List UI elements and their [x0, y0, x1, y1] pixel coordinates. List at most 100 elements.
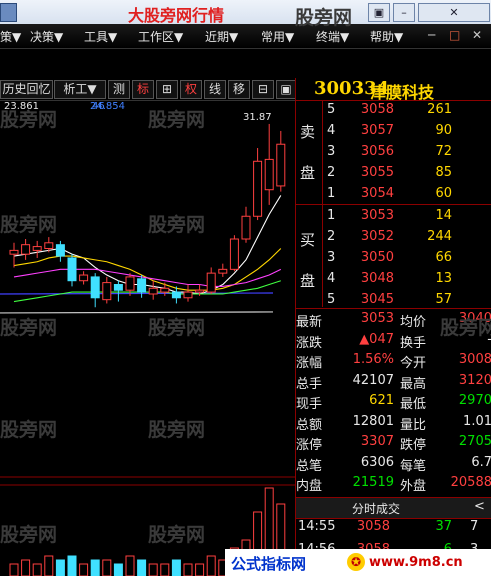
- stat-value: 21519: [352, 475, 394, 490]
- candle-body-1: [9, 249, 19, 255]
- stat-value: 2705: [458, 434, 491, 449]
- level-line-2: [0, 311, 274, 314]
- ask-row-1[interactable]: 5 3058 261: [296, 102, 491, 122]
- peak-label: 31.87: [243, 112, 272, 123]
- minimize-icon[interactable]: –: [393, 3, 415, 22]
- stat-label: 最高: [400, 376, 427, 392]
- footer-url[interactable]: www.9m8.cn: [369, 555, 463, 570]
- trades-toggle[interactable]: <: [474, 499, 485, 514]
- analysis-tools-button[interactable]: 析工▼: [54, 80, 106, 99]
- level-number: 1: [327, 208, 336, 223]
- stat-label: 外盘: [400, 479, 427, 494]
- volume-bar-6: [67, 555, 77, 576]
- trade-time: 14:55: [298, 519, 336, 534]
- max-icon[interactable]: □: [449, 28, 460, 42]
- kline-chart[interactable]: 31.87: [0, 100, 295, 576]
- min-icon[interactable]: ─: [428, 28, 435, 42]
- panel-icon[interactable]: ⊟: [252, 80, 274, 99]
- stat-value: 3053: [360, 311, 394, 326]
- menu-terminal[interactable]: 终端▼: [316, 28, 349, 45]
- measure-button[interactable]: 测: [108, 80, 130, 99]
- level-number: 2: [327, 165, 336, 180]
- level-number: 2: [327, 229, 336, 244]
- trade-price: 3058: [356, 519, 390, 534]
- order-price: 3052: [360, 229, 394, 244]
- volume-bar-4: [44, 555, 54, 576]
- volume-bar-17: [195, 563, 205, 576]
- bid-row-5[interactable]: 5 3045 57: [296, 292, 491, 312]
- window-icon[interactable]: ▣: [276, 80, 296, 99]
- menu-decision[interactable]: 决策▼: [30, 28, 63, 45]
- volume-bar-1: [9, 563, 19, 576]
- order-price: 3050: [360, 250, 394, 265]
- stat-label: 换手: [400, 335, 427, 351]
- bid-row-4[interactable]: 4 3048 13: [296, 271, 491, 291]
- volume-bar-8: [90, 559, 100, 576]
- order-price: 3054: [360, 186, 394, 201]
- mark-button[interactable]: 标: [132, 80, 154, 99]
- order-volume: 90: [435, 123, 452, 138]
- menu-favorites[interactable]: 常用▼: [261, 28, 294, 45]
- volume-bar-3: [32, 563, 42, 576]
- exit-icon[interactable]: ✕: [472, 28, 482, 42]
- move-button[interactable]: 移: [228, 80, 250, 99]
- stat-value: 42107: [352, 372, 394, 388]
- footer-label[interactable]: 公式指标网: [231, 553, 306, 574]
- stat-label: 今开: [400, 356, 427, 371]
- trades-header: 分时成交 <: [296, 497, 491, 519]
- order-price: 3053: [360, 208, 394, 223]
- candle-body-22: [253, 160, 263, 217]
- candle-body-5: [55, 244, 65, 257]
- stat-label: 内盘: [296, 479, 323, 494]
- menu-tools[interactable]: 工具▼: [84, 28, 117, 45]
- bid-row-2[interactable]: 2 3052 244: [296, 229, 491, 249]
- stat-value: 20588: [450, 475, 491, 490]
- line-button[interactable]: 线: [204, 80, 226, 99]
- ask-row-5[interactable]: 1 3054 60: [296, 186, 491, 206]
- bid-row-1[interactable]: 1 3053 14: [296, 208, 491, 228]
- stock-name[interactable]: 津膜科技: [370, 79, 434, 103]
- stat-label: 涨停: [296, 438, 323, 453]
- close-icon[interactable]: ✕: [418, 3, 490, 22]
- restore-icon[interactable]: ▣: [368, 3, 390, 22]
- candle-body-6: [67, 257, 77, 282]
- ask-row-4[interactable]: 2 3055 85: [296, 165, 491, 185]
- order-price: 3058: [360, 102, 394, 117]
- ask-row-3[interactable]: 3 3056 72: [296, 144, 491, 164]
- stat-label: 现手: [296, 397, 323, 412]
- ma-series-1: [13, 195, 282, 295]
- menu-recent[interactable]: 近期▼: [205, 28, 238, 45]
- menu-ce[interactable]: 策▼: [0, 28, 21, 45]
- order-price: 3045: [360, 292, 394, 307]
- menu-workspace[interactable]: 工作区▼: [138, 28, 183, 45]
- stat-value: 3120: [458, 372, 491, 388]
- stat-label: 最低: [400, 397, 427, 412]
- bid-row-3[interactable]: 3 3050 66: [296, 250, 491, 270]
- level-number: 5: [327, 102, 336, 117]
- grid-icon[interactable]: ⊞: [156, 80, 178, 99]
- stat-value: 12801: [352, 413, 394, 429]
- stat-value: 6306: [360, 454, 394, 470]
- candle-body-17: [195, 289, 205, 293]
- chart-toolbar: 历史回忆 析工▼ 测 标 ⊞ 权 线 移 ⊟ ▣: [0, 78, 296, 101]
- trades-title: 分时成交: [352, 502, 401, 516]
- history-button[interactable]: 历史回忆: [0, 80, 53, 99]
- stat-label: 总笔: [296, 458, 323, 474]
- candle-body-13: [148, 287, 158, 295]
- app-icon[interactable]: [0, 3, 17, 22]
- candle-body-15: [171, 291, 181, 299]
- volume-bar-18: [206, 555, 216, 576]
- stat-value: 6.7: [471, 454, 491, 470]
- order-price: 3055: [360, 165, 394, 180]
- level-line-1: [0, 292, 274, 295]
- candle-body-24: [276, 143, 286, 187]
- candle-body-21: [241, 215, 251, 240]
- menu-help[interactable]: 帮助▼: [370, 28, 403, 45]
- ask-row-2[interactable]: 4 3057 90: [296, 123, 491, 143]
- candle-body-8: [90, 276, 100, 299]
- rights-button[interactable]: 权: [180, 80, 202, 99]
- level-number: 3: [327, 144, 336, 159]
- stat-label: 总手: [296, 376, 323, 392]
- stat-value: 2970: [458, 393, 491, 408]
- volume-bar-9: [102, 559, 112, 576]
